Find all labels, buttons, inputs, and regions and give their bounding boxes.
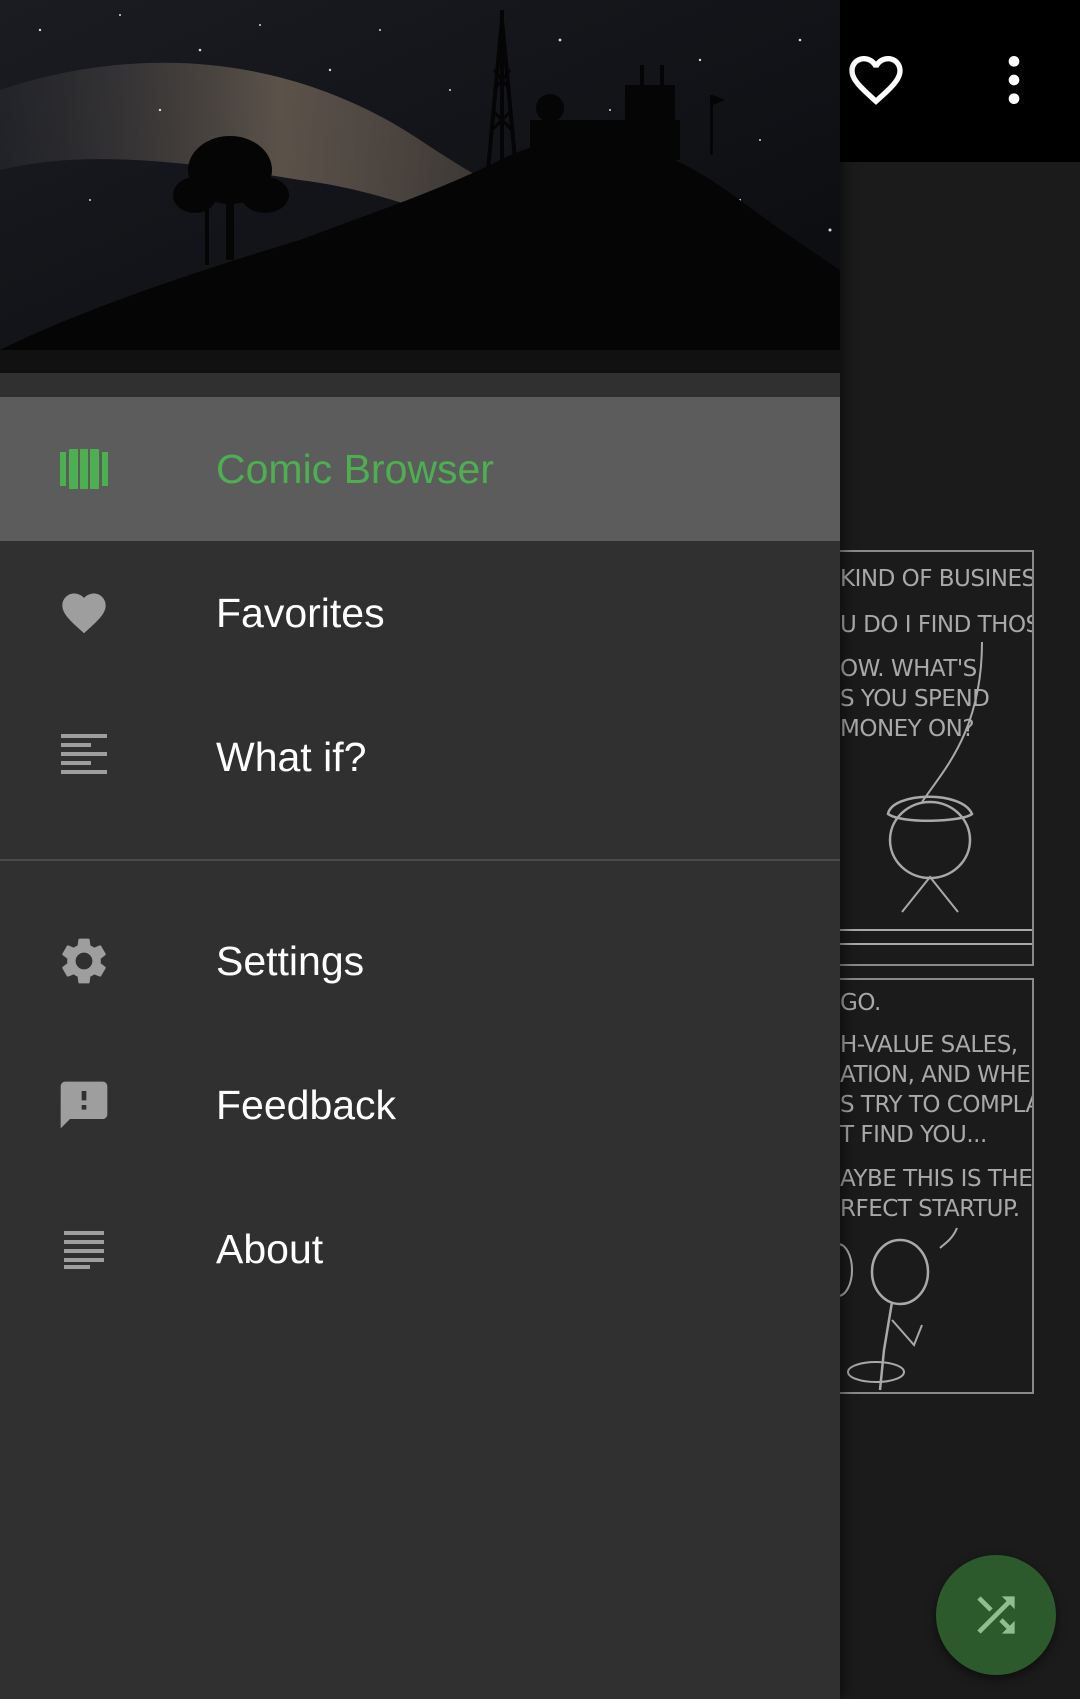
drawer-item-label: About [216,1225,324,1272]
favorite-button[interactable] [836,40,916,120]
drawer-item-about[interactable]: About [0,1177,840,1321]
random-comic-button[interactable] [936,1555,1056,1675]
night-sky-image [0,0,840,373]
drawer-item-what-if[interactable]: What if? [0,685,840,829]
gear-icon [56,933,112,989]
navigation-drawer: Comic Browser Favorites What if? Setting… [0,0,840,1699]
more-vert-icon [1008,56,1020,104]
comic-panel: KIND OF BUSINESS. U DO I FIND THOSE? OW.… [830,550,1034,966]
drawer-item-comic-browser[interactable]: Comic Browser [0,397,840,541]
comic-drawing [832,1227,958,1391]
drawer-menu: Comic Browser Favorites What if? Setting… [0,397,840,1321]
shuffle-icon [977,1596,1015,1634]
comic-panel: GO. H-VALUE SALES, ATION, AND WHEN S TRY… [830,978,1034,1394]
more-options-button[interactable] [974,40,1054,120]
drawer-item-label: Feedback [216,1081,397,1128]
drawer-divider [0,859,840,861]
heart-icon [56,585,112,641]
feedback-icon [56,1077,112,1133]
drawer-item-settings[interactable]: Settings [0,889,840,1033]
heart-outline-icon [849,56,903,105]
drawer-item-label: What if? [216,733,367,780]
comic-browser-icon [56,441,112,497]
drawer-item-label: Comic Browser [216,445,494,492]
comic-drawing [832,641,1032,945]
drawer-item-label: Favorites [216,589,385,636]
notes-icon [56,1221,112,1277]
drawer-item-feedback[interactable]: Feedback [0,1033,840,1177]
drawer-item-label: Settings [216,937,365,984]
article-lines-icon [56,729,112,785]
drawer-header-image [0,0,840,373]
drawer-item-favorites[interactable]: Favorites [0,541,840,685]
